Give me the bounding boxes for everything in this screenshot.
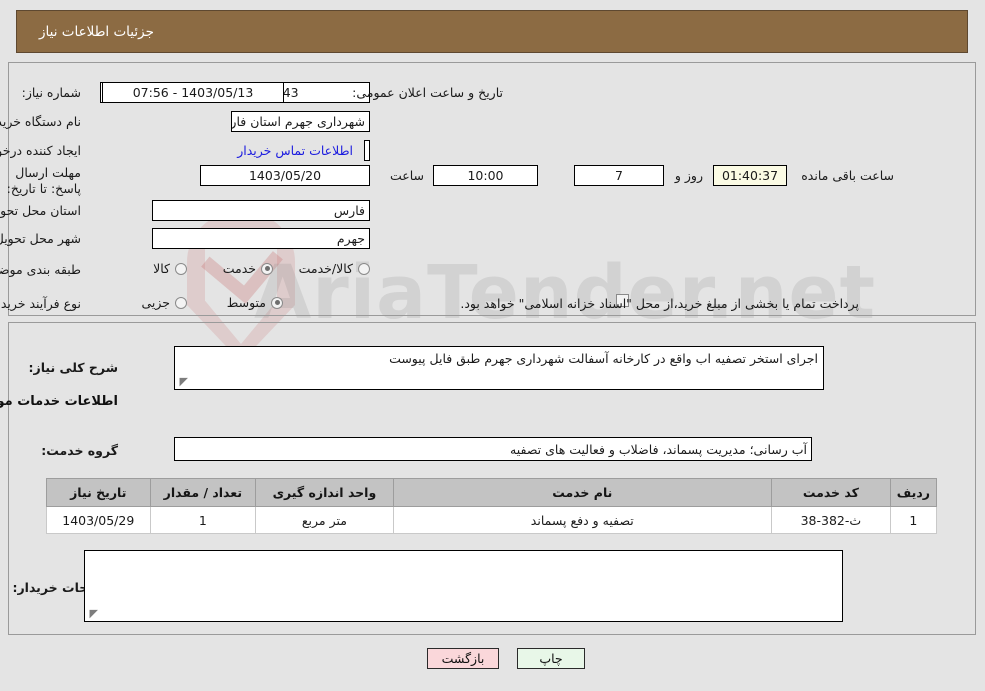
province-label: استان محل تحویل: [0, 203, 82, 218]
general-description-textarea[interactable]: اجرای استخر تصفیه اب واقع در کارخانه آسف… [175, 346, 825, 390]
cell-name: تصفیه و دفع پسماند [393, 506, 773, 534]
cell-date: 1403/05/29 [47, 506, 152, 534]
radio-indicator-goods[interactable] [176, 262, 188, 275]
remaining-time-label: ساعت باقی مانده [802, 168, 895, 183]
radio-indicator-medium[interactable] [272, 296, 284, 309]
buyer-org-value: شهرداری جهرم استان فارس [232, 111, 371, 132]
category-radio-service-label: خدمت [223, 261, 257, 276]
buyer-contact-link[interactable]: اطلاعات تماس خریدار [238, 143, 354, 158]
requester-value: محسن نصیری جمع دار اموال شهرداری جهرم اس… [365, 140, 371, 161]
purchase-type-radio-medium-label: متوسط [227, 295, 267, 310]
deadline-label: مهلت ارسال پاسخ: تا تاریخ: [7, 165, 82, 196]
need-number-label: شماره نیاز: [22, 85, 82, 100]
cell-unit: متر مربع [256, 506, 395, 534]
category-radio-goods-label: کالا [154, 261, 171, 276]
service-group-label: گروه خدمت: [42, 443, 119, 458]
purchase-type-label: نوع فرآیند خرید : [0, 296, 82, 311]
category-radio-goods[interactable]: کالا [154, 261, 188, 276]
treasury-note-text: پرداخت تمام یا بخشی از مبلغ خرید،از محل … [461, 296, 860, 311]
remaining-days-value: 7 [575, 165, 665, 186]
back-button[interactable]: بازگشت [428, 648, 500, 669]
page-title: جزئیات اطلاعات نیاز [40, 23, 155, 40]
buyer-org-label: نام دستگاه خریدار: [0, 114, 82, 129]
announce-date-label: تاریخ و ساعت اعلان عمومی: [353, 85, 504, 100]
general-description-value: اجرای استخر تصفیه اب واقع در کارخانه آسف… [390, 351, 819, 366]
radio-indicator-goods-service[interactable] [359, 262, 371, 275]
page-root: AriaTender.net جزئیات اطلاعات نیاز شماره… [0, 0, 985, 691]
radio-indicator-service[interactable] [262, 262, 274, 275]
general-description-label: شرح کلی نیاز: [29, 360, 119, 375]
deadline-hour-label: ساعت [390, 168, 425, 183]
city-value: جهرم [153, 228, 371, 249]
city-label: شهر محل تحویل: [0, 231, 82, 246]
category-radio-service[interactable]: خدمت [224, 261, 274, 276]
services-table: ردیف کد خدمت نام خدمت واحد اندازه گیری ت… [47, 478, 939, 534]
category-radio-goods-service-label: کالا/خدمت [299, 261, 354, 276]
th-qty: تعداد / مقدار [150, 478, 258, 507]
purchase-type-radio-minor-label: جزیی [142, 295, 171, 310]
deadline-date-value: 1403/05/20 [201, 165, 371, 186]
buyer-notes-textarea[interactable]: ◤ [85, 550, 844, 622]
province-value: فارس [153, 200, 371, 221]
requester-label: ایجاد کننده درخواست: [0, 143, 82, 158]
resize-grip-icon[interactable]: ◤ [179, 376, 189, 387]
table-header-row: ردیف کد خدمت نام خدمت واحد اندازه گیری ت… [47, 478, 939, 507]
remaining-days-label: روز و [675, 168, 704, 183]
purchase-type-radio-minor[interactable]: جزیی [142, 295, 188, 310]
th-name: نام خدمت [393, 478, 773, 507]
purchase-type-radio-medium[interactable]: متوسط [228, 295, 284, 310]
th-unit: واحد اندازه گیری [256, 478, 395, 507]
th-row: ردیف [890, 478, 939, 507]
countdown-timer: 01:40:37 [714, 165, 788, 186]
cell-qty: 1 [150, 506, 258, 534]
category-radio-goods-service[interactable]: کالا/خدمت [300, 261, 371, 276]
table-row: 1 ث-382-38 تصفیه و دفع پسماند متر مربع 1… [47, 506, 939, 534]
print-button[interactable]: چاپ [518, 648, 586, 669]
category-label: طبقه بندی موضوعی: [0, 262, 82, 277]
th-code: کد خدمت [771, 478, 892, 507]
cell-row: 1 [890, 506, 939, 534]
resize-grip-icon-notes[interactable]: ◤ [89, 608, 99, 619]
announce-date-value: 1403/05/13 - 07:56 [103, 82, 285, 103]
cell-code: ث-382-38 [771, 506, 892, 534]
th-date: تاریخ نیاز [47, 478, 152, 507]
radio-indicator-minor[interactable] [176, 296, 188, 309]
deadline-hour-value: 10:00 [434, 165, 539, 186]
page-header: جزئیات اطلاعات نیاز [17, 10, 969, 53]
service-group-value: آب رسانی؛ مدیریت پسماند، فاضلاب و فعالیت… [175, 437, 813, 461]
services-section-heading: اطلاعات خدمات مورد نیاز [0, 394, 119, 409]
